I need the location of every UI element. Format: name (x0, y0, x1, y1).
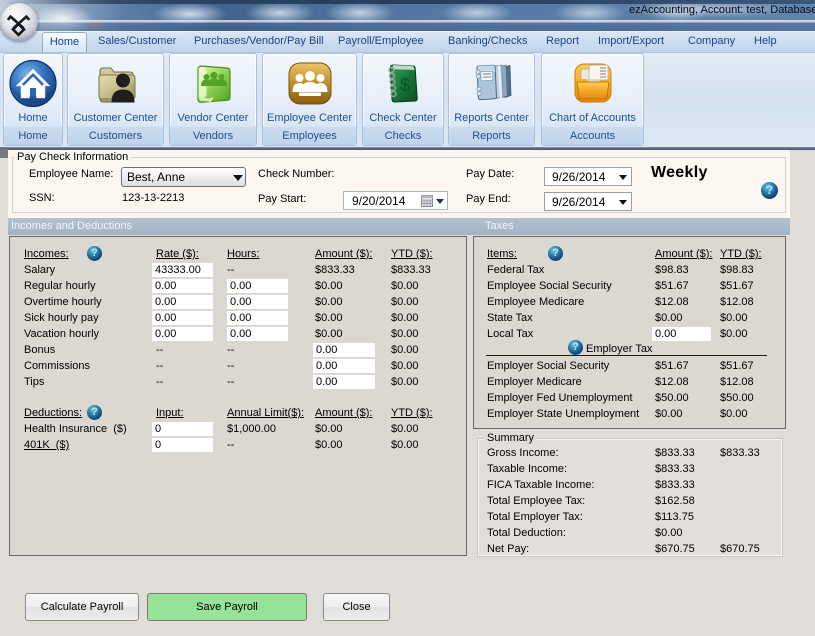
svg-text:$: $ (400, 75, 410, 95)
